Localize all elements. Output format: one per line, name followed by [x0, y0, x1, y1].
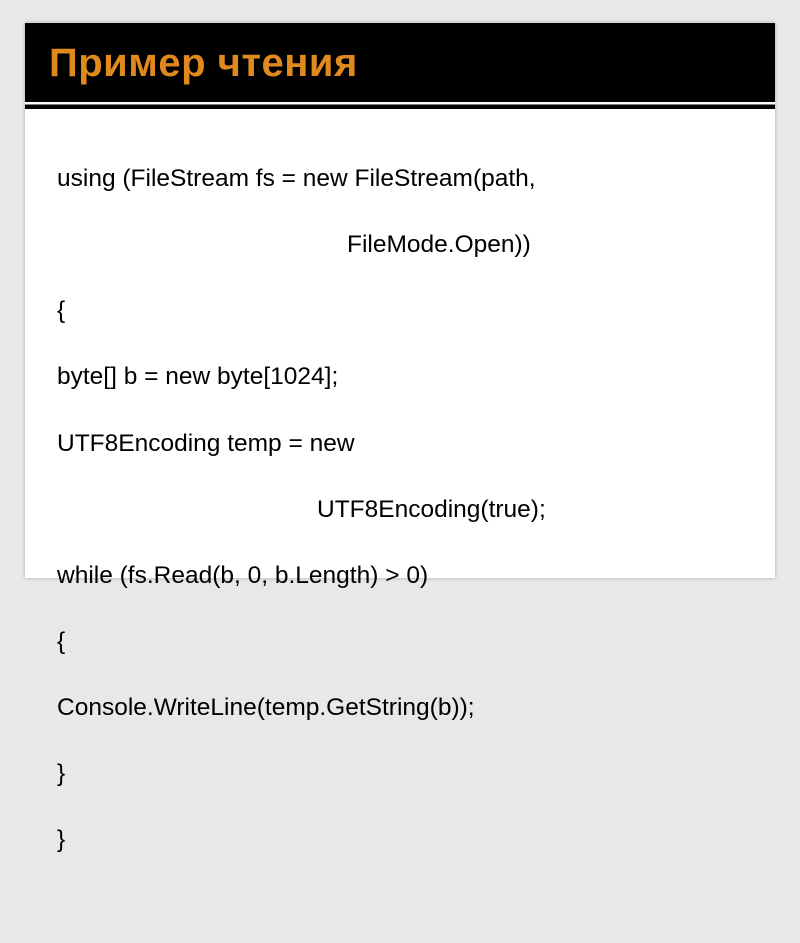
code-line: }	[57, 823, 743, 856]
slide-title: Пример чтения	[49, 41, 751, 86]
code-line: Console.WriteLine(temp.GetString(b));	[57, 691, 743, 724]
code-line: UTF8Encoding(true);	[57, 493, 743, 526]
slide-body: using (FileStream fs = new FileStream(pa…	[25, 109, 775, 943]
code-line: while (fs.Read(b, 0, b.Length) > 0)	[57, 559, 743, 592]
code-line: {	[57, 625, 743, 658]
title-bar: Пример чтения	[25, 23, 775, 102]
code-line: FileMode.Open))	[57, 228, 743, 261]
slide: Пример чтения using (FileStream fs = new…	[25, 23, 775, 578]
code-block: using (FileStream fs = new FileStream(pa…	[57, 129, 743, 923]
code-line: }	[57, 757, 743, 790]
code-line: byte[] b = new byte[1024];	[57, 360, 743, 393]
code-line: UTF8Encoding temp = new	[57, 427, 743, 460]
code-line: {	[57, 294, 743, 327]
code-line: using (FileStream fs = new FileStream(pa…	[57, 162, 743, 195]
